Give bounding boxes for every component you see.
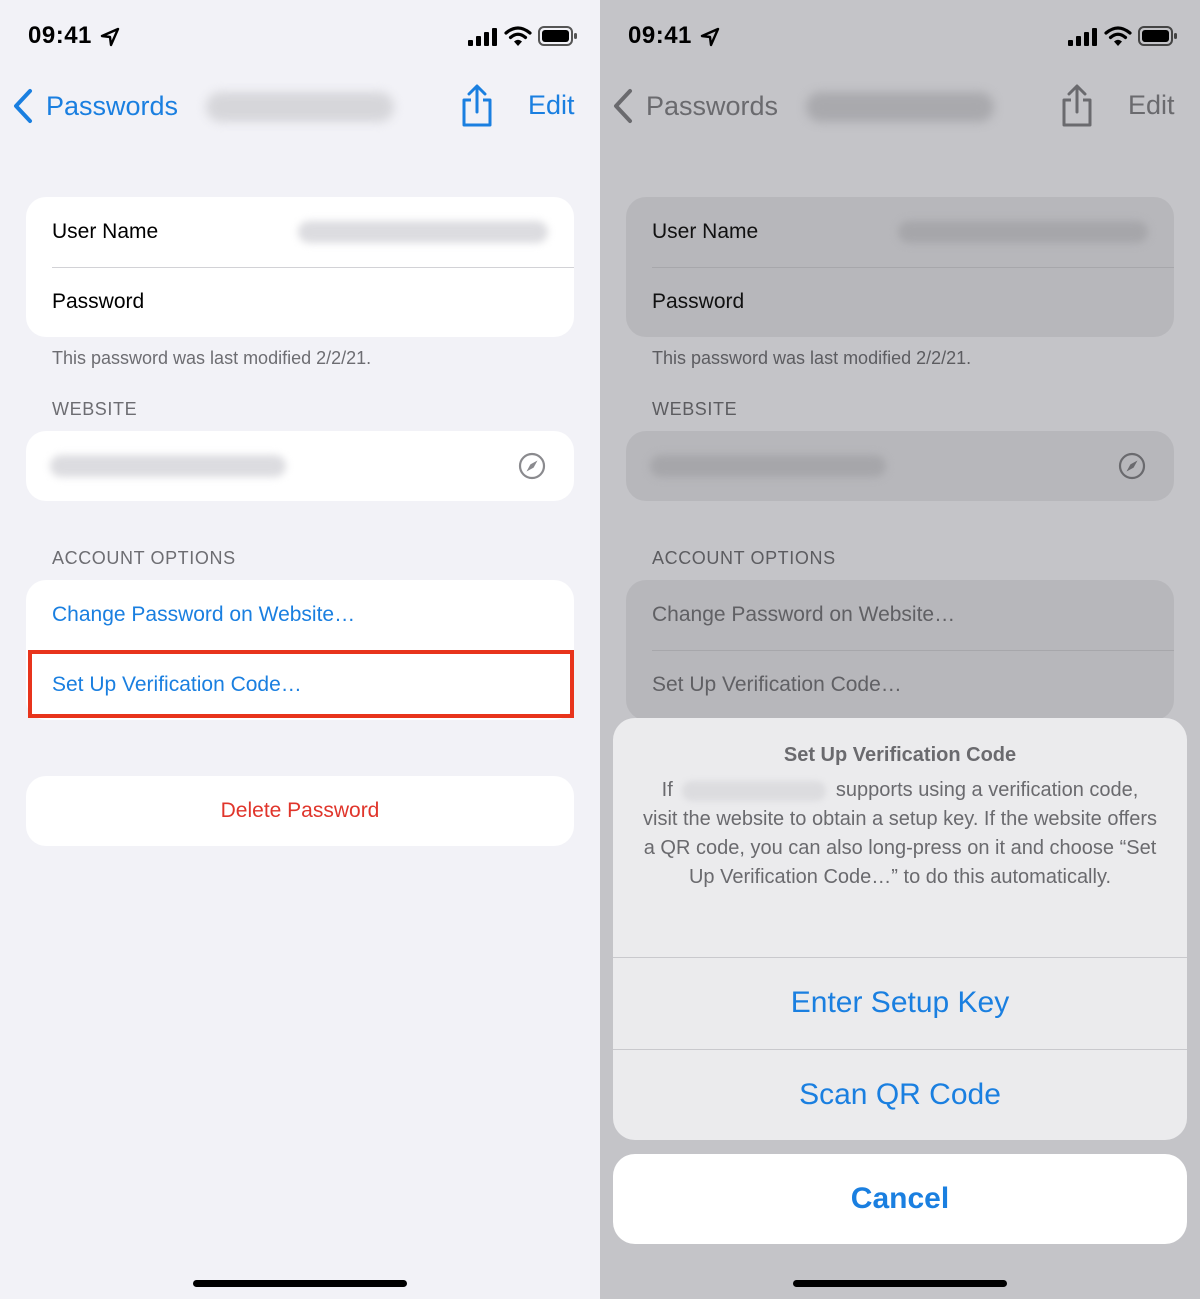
enter-setup-key-button[interactable]: Enter Setup Key	[613, 957, 1187, 1048]
setup-verification-button[interactable]: Set Up Verification Code…	[626, 650, 1174, 720]
sheet-title: Set Up Verification Code	[783, 744, 1017, 766]
cellular-signal-icon	[1068, 28, 1097, 46]
home-indicator	[793, 1280, 1007, 1287]
redacted-site-title	[806, 92, 994, 122]
compass-icon[interactable]	[518, 452, 546, 480]
location-arrow-icon	[700, 27, 720, 47]
redacted-username	[298, 221, 548, 243]
redacted-website	[650, 455, 886, 477]
last-modified-caption: This password was last modified 2/2/21.	[652, 348, 972, 368]
password-row[interactable]: Password	[26, 267, 574, 337]
username-label: User Name	[652, 220, 759, 243]
username-row[interactable]: User Name	[26, 197, 574, 267]
action-sheet-screen: 09:41 Passwords Edit User Name Password …	[600, 0, 1200, 1299]
edit-button[interactable]: Edit	[528, 90, 575, 121]
wifi-icon	[1104, 26, 1132, 46]
account-options-header: ACCOUNT OPTIONS	[652, 548, 836, 568]
battery-icon	[1138, 26, 1177, 46]
delete-group: Delete Password	[26, 776, 574, 846]
home-indicator	[193, 1280, 407, 1287]
highlight-box	[28, 650, 574, 718]
username-label: User Name	[52, 220, 159, 243]
wifi-icon	[504, 26, 532, 46]
password-row[interactable]: Password	[626, 267, 1174, 337]
cellular-signal-icon	[468, 28, 497, 46]
edit-button[interactable]: Edit	[1128, 90, 1175, 121]
back-button-label: Passwords	[46, 90, 179, 121]
location-arrow-icon	[100, 27, 120, 47]
scan-qr-code-button[interactable]: Scan QR Code	[613, 1049, 1187, 1140]
redacted-website	[50, 455, 286, 477]
change-password-button[interactable]: Change Password on Website…	[626, 580, 1174, 650]
back-button[interactable]: Passwords	[12, 84, 178, 128]
credentials-group: User Name Password	[26, 197, 574, 337]
chevron-left-icon	[614, 89, 632, 123]
website-group	[26, 431, 574, 501]
website-section-header: WEBSITE	[652, 399, 738, 419]
change-password-button[interactable]: Change Password on Website…	[26, 580, 574, 650]
website-row[interactable]	[26, 431, 574, 501]
status-time: 09:41	[628, 22, 692, 49]
back-button-label: Passwords	[646, 90, 779, 121]
share-icon[interactable]	[458, 84, 496, 128]
sheet-message: If supports using a verification code, v…	[643, 776, 1157, 892]
redacted-username	[898, 221, 1148, 243]
delete-password-button[interactable]: Delete Password	[26, 776, 574, 846]
password-detail-screen: 09:41 Passwords Edit User Name Password …	[0, 0, 600, 1299]
compass-icon[interactable]	[1118, 452, 1146, 480]
website-group	[626, 431, 1174, 501]
verification-action-sheet: Set Up Verification Code If supports usi…	[613, 718, 1187, 1140]
chevron-left-icon	[14, 89, 32, 123]
sheet-message-prefix: If	[661, 779, 673, 801]
account-options-header: ACCOUNT OPTIONS	[52, 548, 236, 568]
password-label: Password	[52, 290, 145, 313]
credentials-group: User Name Password	[626, 197, 1174, 337]
website-section-header: WEBSITE	[52, 399, 138, 419]
account-options-group: Change Password on Website… Set Up Verif…	[626, 580, 1174, 720]
redacted-site-name	[682, 780, 827, 801]
battery-icon	[538, 26, 577, 46]
redacted-site-title	[206, 92, 394, 122]
last-modified-caption: This password was last modified 2/2/21.	[52, 348, 372, 368]
status-time: 09:41	[28, 22, 92, 49]
back-button[interactable]: Passwords	[612, 84, 778, 128]
website-row[interactable]	[626, 431, 1174, 501]
password-label: Password	[652, 290, 745, 313]
share-icon[interactable]	[1058, 84, 1096, 128]
username-row[interactable]: User Name	[626, 197, 1174, 267]
cancel-button[interactable]: Cancel	[613, 1154, 1187, 1244]
